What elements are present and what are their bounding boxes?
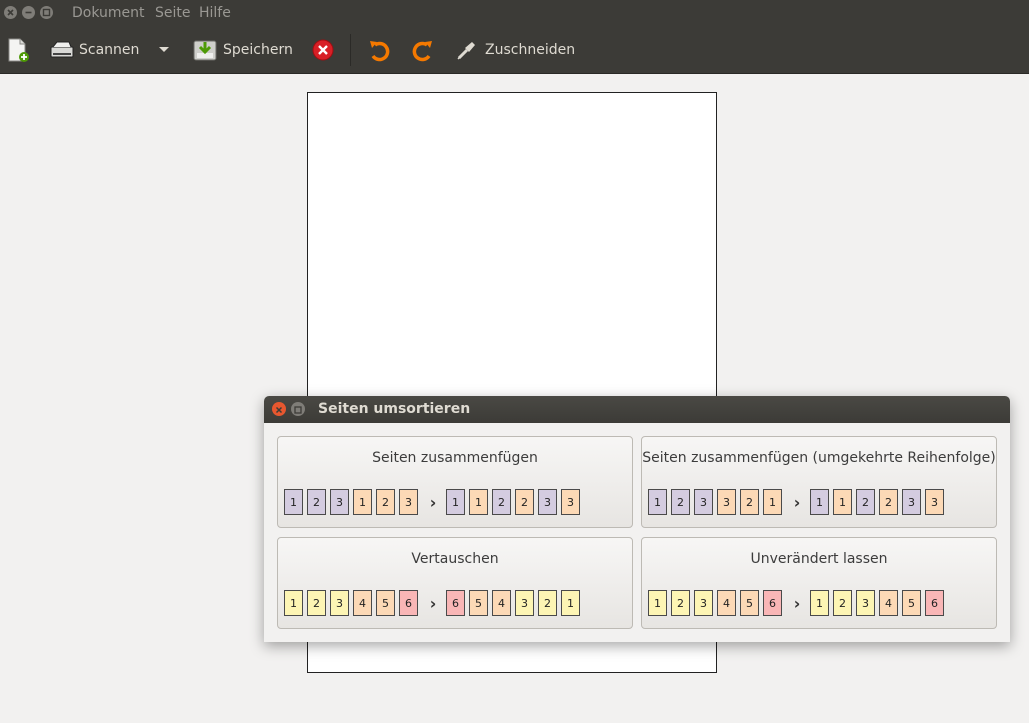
page-thumb: 2 bbox=[856, 489, 875, 515]
page-thumb: 2 bbox=[671, 489, 690, 515]
page-thumb: 3 bbox=[330, 489, 349, 515]
option-keep-unchanged[interactable]: Unverändert lassen 1 2 3 4 5 6 › 1 2 3 4 5 6 bbox=[641, 537, 997, 629]
option-title: Seiten zusammenfügen bbox=[372, 450, 538, 466]
save-label: Speichern bbox=[223, 42, 293, 58]
page-thumb: 3 bbox=[538, 489, 557, 515]
page-sequence: 1 2 3 4 5 6 › 1 2 3 4 5 6 bbox=[648, 590, 948, 616]
arrow-right-icon: › bbox=[429, 492, 437, 512]
rotate-left-icon bbox=[370, 41, 390, 62]
page-thumb: 1 bbox=[284, 489, 303, 515]
rotate-right-icon bbox=[412, 41, 432, 62]
page-thumb: 2 bbox=[671, 590, 690, 616]
menu-hilfe[interactable]: Hilfe bbox=[199, 5, 231, 21]
save-button[interactable]: Speichern bbox=[192, 26, 293, 74]
page-thumb: 3 bbox=[925, 489, 944, 515]
scanner-icon bbox=[50, 41, 74, 58]
crop-icon bbox=[457, 42, 475, 60]
page-thumb: 5 bbox=[902, 590, 921, 616]
page-thumb: 4 bbox=[717, 590, 736, 616]
new-document-button[interactable] bbox=[6, 26, 30, 74]
window-titlebar: Dokument Seite Hilfe bbox=[0, 0, 1029, 26]
page-sequence: 1 2 3 1 2 3 › 1 1 2 2 3 3 bbox=[284, 489, 584, 515]
page-thumb: 3 bbox=[694, 590, 713, 616]
page-sequence: 1 2 3 3 2 1 › 1 1 2 2 3 3 bbox=[648, 489, 948, 515]
page-thumb: 1 bbox=[833, 489, 852, 515]
crop-label: Zuschneiden bbox=[485, 42, 576, 58]
scan-button[interactable]: Scannen bbox=[49, 26, 139, 74]
page-thumb: 1 bbox=[353, 489, 372, 515]
page-thumb: 6 bbox=[399, 590, 418, 616]
page-thumb: 3 bbox=[694, 489, 713, 515]
page-thumb: 2 bbox=[492, 489, 511, 515]
option-reverse[interactable]: Vertauschen 1 2 3 4 5 6 › 6 5 4 3 2 1 bbox=[277, 537, 633, 629]
option-title: Vertauschen bbox=[411, 551, 499, 567]
toolbar-separator bbox=[350, 34, 351, 66]
reorder-pages-dialog: Seiten umsortieren Seiten zusammenfügen … bbox=[264, 396, 1010, 642]
dialog-maximize-icon[interactable] bbox=[291, 402, 305, 416]
scan-label: Scannen bbox=[79, 42, 140, 58]
dialog-title: Seiten umsortieren bbox=[318, 401, 471, 417]
page-thumb: 4 bbox=[353, 590, 372, 616]
page-thumb: 3 bbox=[515, 590, 534, 616]
stop-button[interactable] bbox=[312, 26, 334, 74]
page-thumb: 3 bbox=[717, 489, 736, 515]
page-thumb: 2 bbox=[879, 489, 898, 515]
arrow-right-icon: › bbox=[429, 593, 437, 613]
rotate-right-button[interactable] bbox=[411, 26, 435, 74]
window-maximize-icon[interactable] bbox=[40, 6, 53, 19]
window-minimize-icon[interactable] bbox=[22, 6, 35, 19]
page-thumb: 6 bbox=[925, 590, 944, 616]
dialog-close-icon[interactable] bbox=[272, 402, 286, 416]
save-icon bbox=[193, 40, 217, 61]
page-thumb: 5 bbox=[469, 590, 488, 616]
option-title: Unverändert lassen bbox=[750, 551, 888, 567]
page-thumb: 3 bbox=[330, 590, 349, 616]
page-thumb: 1 bbox=[284, 590, 303, 616]
page-thumb: 6 bbox=[446, 590, 465, 616]
page-thumb: 2 bbox=[307, 590, 326, 616]
page-thumb: 1 bbox=[763, 489, 782, 515]
option-title: Seiten zusammenfügen (umgekehrte Reihenf… bbox=[642, 450, 996, 466]
page-thumb: 2 bbox=[515, 489, 534, 515]
stop-icon bbox=[312, 39, 334, 61]
page-thumb: 5 bbox=[376, 590, 395, 616]
page-thumb: 1 bbox=[469, 489, 488, 515]
arrow-right-icon: › bbox=[793, 492, 801, 512]
page-thumb: 3 bbox=[902, 489, 921, 515]
page-thumb: 4 bbox=[879, 590, 898, 616]
page-thumb: 1 bbox=[446, 489, 465, 515]
page-thumb: 1 bbox=[810, 489, 829, 515]
option-combine-reverse[interactable]: Seiten zusammenfügen (umgekehrte Reihenf… bbox=[641, 436, 997, 528]
page-sequence: 1 2 3 4 5 6 › 6 5 4 3 2 1 bbox=[284, 590, 584, 616]
arrow-right-icon: › bbox=[793, 593, 801, 613]
chevron-down-icon bbox=[159, 47, 169, 52]
menu-seite[interactable]: Seite bbox=[155, 5, 191, 21]
page-thumb: 3 bbox=[561, 489, 580, 515]
page-thumb: 3 bbox=[856, 590, 875, 616]
page-thumb: 6 bbox=[763, 590, 782, 616]
page-thumb: 1 bbox=[810, 590, 829, 616]
crop-button[interactable]: Zuschneiden bbox=[456, 26, 575, 74]
page-thumb: 3 bbox=[399, 489, 418, 515]
page-thumb: 1 bbox=[648, 590, 667, 616]
scan-options-button[interactable] bbox=[158, 26, 170, 74]
rotate-left-button[interactable] bbox=[367, 26, 391, 74]
page-thumb: 2 bbox=[833, 590, 852, 616]
page-thumb: 4 bbox=[492, 590, 511, 616]
toolbar: Scannen Speichern Zuschneiden bbox=[0, 26, 1029, 74]
dialog-titlebar: Seiten umsortieren bbox=[264, 396, 1010, 423]
page-thumb: 1 bbox=[561, 590, 580, 616]
page-thumb: 2 bbox=[376, 489, 395, 515]
page-thumb: 1 bbox=[648, 489, 667, 515]
window-close-icon[interactable] bbox=[4, 6, 17, 19]
option-combine[interactable]: Seiten zusammenfügen 1 2 3 1 2 3 › 1 1 2 2 3 3 bbox=[277, 436, 633, 528]
menu-dokument[interactable]: Dokument bbox=[72, 5, 145, 21]
new-document-icon bbox=[8, 38, 29, 62]
page-thumb: 5 bbox=[740, 590, 759, 616]
page-thumb: 2 bbox=[740, 489, 759, 515]
page-thumb: 2 bbox=[307, 489, 326, 515]
page-thumb: 2 bbox=[538, 590, 557, 616]
